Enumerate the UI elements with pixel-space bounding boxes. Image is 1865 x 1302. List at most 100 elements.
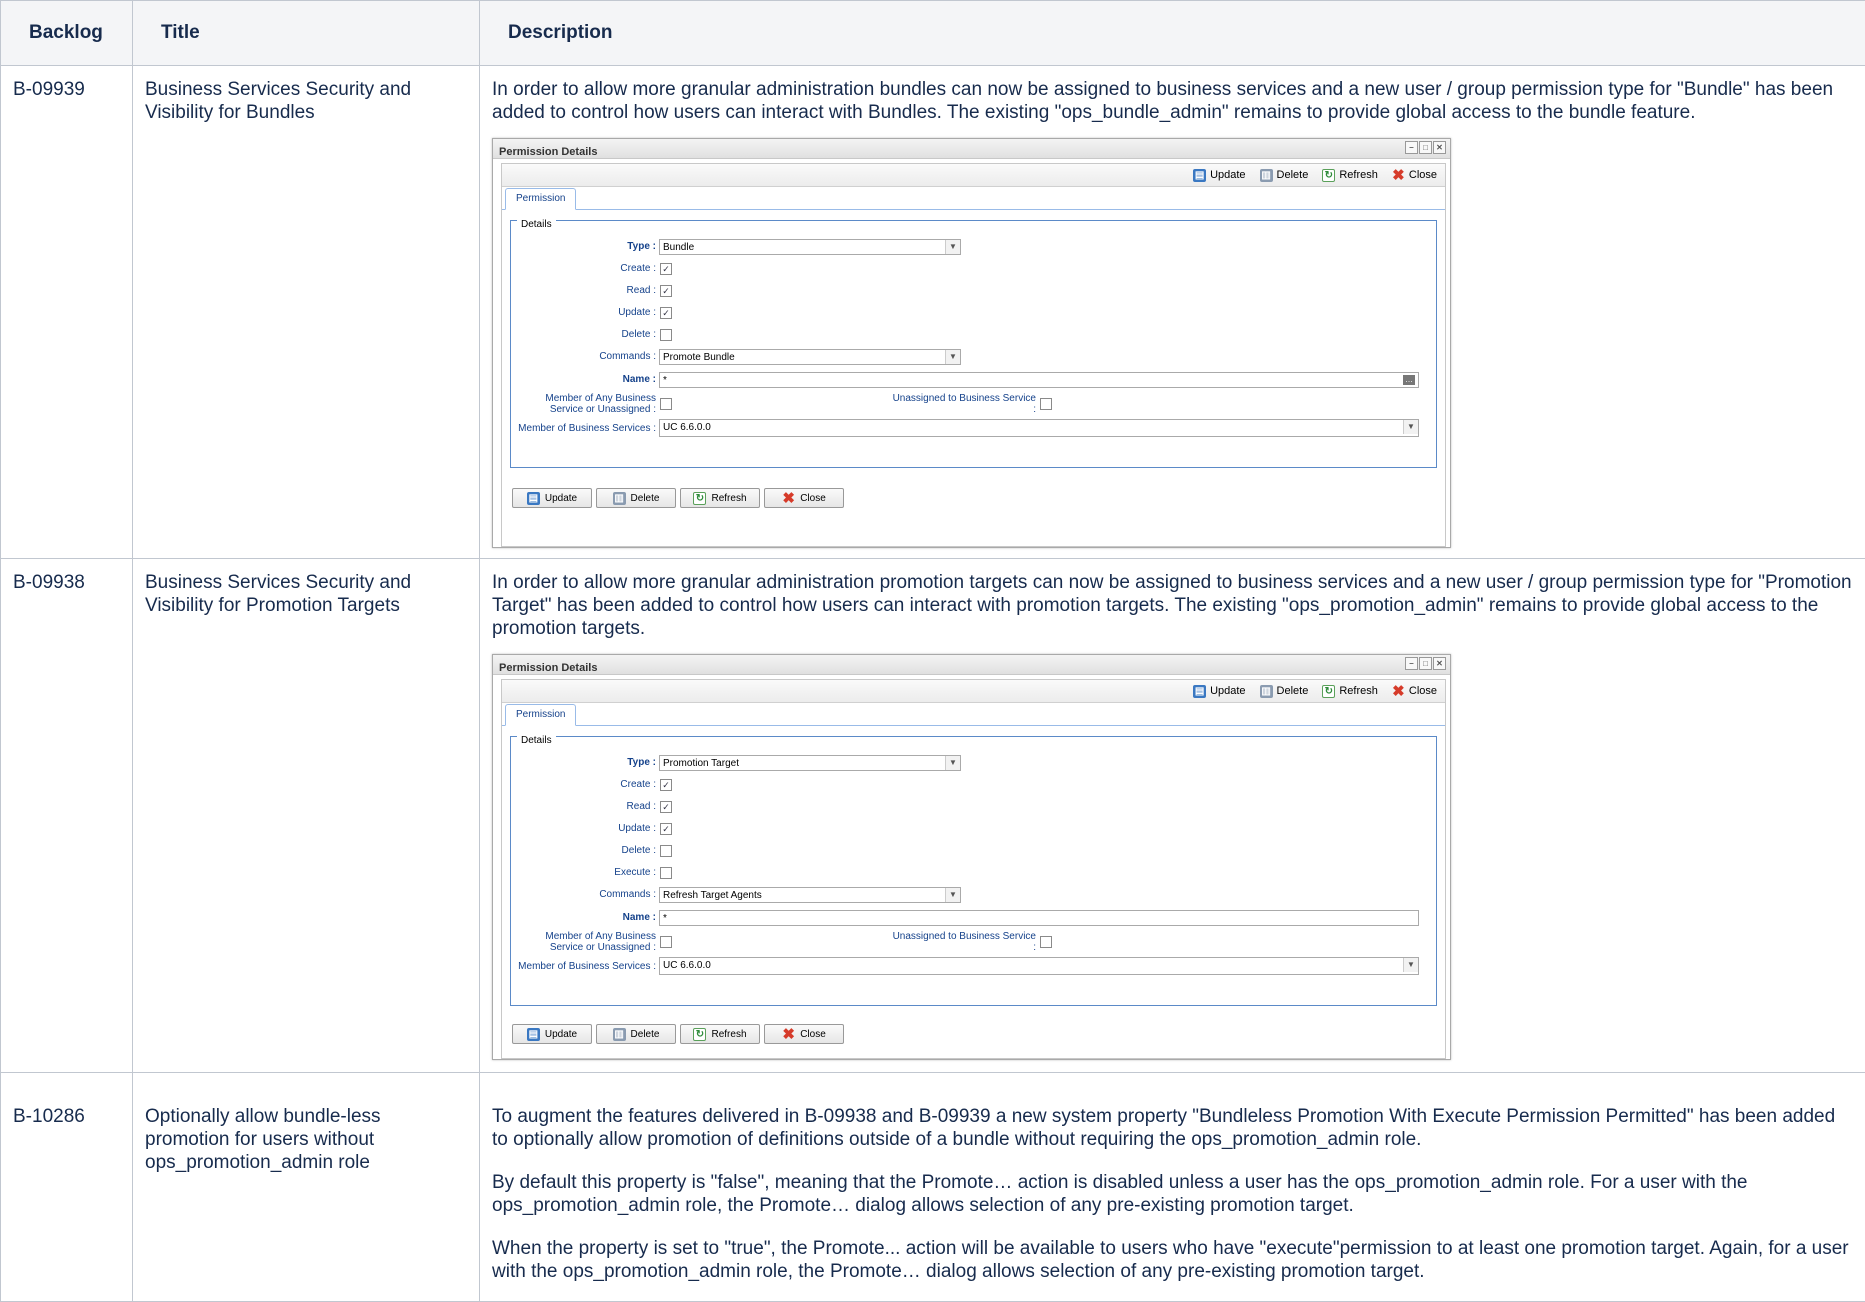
close-window-icon: ✕ [1433,657,1446,670]
type-label: Type : [511,235,656,258]
toolbar-update-label: Update [1210,680,1245,703]
table-row: B-09938 Business Services Security and V… [1,559,1865,1073]
table-row: B-10286 Optionally allow bundle-less pro… [1,1073,1865,1302]
close-button-label: Close [800,487,826,510]
commands-value: Refresh Target Agents [663,890,762,901]
type-value: Promotion Target [663,758,739,769]
commands-select: Promote Bundle▼ [659,349,961,365]
title-cell: Business Services Security and Visibilit… [133,559,480,1073]
type-select: Promotion Target▼ [659,755,961,771]
description-paragraph: In order to allow more granular administ… [492,571,1855,640]
toolbar-close-label: Close [1409,164,1437,187]
update-label: Update : [511,817,656,840]
dialog-toolbar: ▤Update ▥Delete ↻Refresh ✖Close [502,680,1445,703]
member-of-select: UC 6.6.0.0▼ [659,419,1419,437]
update-checkbox: ✓ [660,823,672,835]
dialog-title-text: Permission Details [499,662,597,674]
header-description: Description [480,1,1865,66]
refresh-icon: ↻ [1322,685,1335,698]
name-input: * [659,910,1419,926]
dialog-tabs: Permission [502,187,1445,210]
dialog-title: Permission Details –□✕ [493,655,1450,675]
toolbar-refresh-button: ↻Refresh [1322,164,1378,187]
save-icon: ▤ [1193,685,1206,698]
title-cell: Business Services Security and Visibilit… [133,66,480,559]
member-any-label: Member of Any Business Service or Unassi… [511,393,656,415]
tab-permission: Permission [505,704,576,726]
member-of-select: UC 6.6.0.0▼ [659,957,1419,975]
unassigned-label: Unassigned to Business Service : [891,931,1036,953]
permission-dialog-screenshot: Permission Details –□✕ ▤Update ▥Delete ↻… [492,138,1451,548]
member-any-checkbox [660,936,672,948]
name-input: *… [659,372,1419,388]
minimize-icon: – [1405,141,1418,154]
refresh-button-label: Refresh [711,1023,746,1046]
commands-label: Commands : [511,883,656,906]
create-label: Create : [511,773,656,796]
backlog-cell: B-10286 [1,1073,133,1302]
close-window-icon: ✕ [1433,141,1446,154]
update-button: ▤Update [512,1024,592,1044]
description-paragraph: When the property is set to "true", the … [492,1237,1855,1283]
header-title: Title [133,1,480,66]
delete-label: Delete : [511,323,656,346]
update-button-label: Update [545,1023,577,1046]
minimize-icon: – [1405,657,1418,670]
header-backlog: Backlog [1,1,133,66]
details-fieldset: Details Type :Promotion Target▼ Create :… [510,736,1437,1006]
header-row: Backlog Title Description [1,1,1865,66]
title-cell: Optionally allow bundle-less promotion f… [133,1073,480,1302]
delete-icon: ▥ [613,492,626,505]
release-notes-table: Backlog Title Description B-09939 Busine… [0,0,1865,1302]
dialog-title-text: Permission Details [499,146,597,158]
execute-label: Execute : [511,861,656,884]
toolbar-delete-label: Delete [1277,164,1309,187]
description-cell: In order to allow more granular administ… [480,66,1865,559]
toolbar-close-button: ✖Close [1392,164,1437,187]
toolbar-delete-button: ▥Delete [1260,680,1309,703]
details-fieldset: Details Type :Bundle▼ Create :✓ Read :✓ … [510,220,1437,468]
member-any-label: Member of Any Business Service or Unassi… [511,931,656,953]
delete-icon: ▥ [1260,169,1273,182]
type-select: Bundle▼ [659,239,961,255]
member-of-label: Member of Business Services : [511,423,656,434]
refresh-icon: ↻ [693,1028,706,1041]
type-value: Bundle [663,242,694,253]
name-label: Name : [511,906,656,929]
execute-checkbox [660,867,672,879]
member-any-checkbox [660,398,672,410]
delete-button-label: Delete [631,487,660,510]
delete-checkbox [660,329,672,341]
refresh-icon: ↻ [1322,169,1335,182]
table-row: B-09939 Business Services Security and V… [1,66,1865,559]
delete-button: ▥Delete [596,1024,676,1044]
refresh-icon: ↻ [693,492,706,505]
dialog-title: Permission Details –□✕ [493,139,1450,159]
backlog-cell: B-09939 [1,66,133,559]
description-cell: To augment the features delivered in B-0… [480,1073,1865,1302]
maximize-icon: □ [1419,141,1432,154]
member-of-value: UC 6.6.0.0 [663,422,711,433]
close-button-label: Close [800,1023,826,1046]
chevron-down-icon: ▼ [945,888,960,902]
name-value: * [663,375,667,386]
backlog-cell: B-09938 [1,559,133,1073]
toolbar-close-label: Close [1409,680,1437,703]
window-controls: –□✕ [1405,657,1446,670]
tab-permission: Permission [505,188,576,210]
permission-dialog-screenshot: Permission Details –□✕ ▤ Update ▥Delete ↻… [492,654,1451,1060]
chevron-down-icon: ▼ [1403,958,1418,972]
update-button: ▤ Update [512,488,592,508]
commands-value: Promote Bundle [663,352,735,363]
dialog-button-row: ▤Update ▥Delete ↻Refresh ✖Close [512,488,844,508]
create-checkbox: ✓ [660,263,672,275]
dialog-toolbar: ▤Update ▥ Delete ↻Refresh ✖Close [502,164,1445,187]
description-paragraph: To augment the features delivered in B-0… [492,1105,1855,1151]
commands-label: Commands : [511,345,656,368]
toolbar-update-button: ▤Update [1193,164,1245,187]
dialog-body: ▤Update ▥Delete ↻Refresh ✖Close Permissi… [501,163,1446,547]
toolbar-update-button: ▤ Update [1193,680,1245,703]
save-icon: ▤ [527,492,540,505]
update-button-label: Update [545,487,577,510]
description-cell: In order to allow more granular administ… [480,559,1865,1073]
